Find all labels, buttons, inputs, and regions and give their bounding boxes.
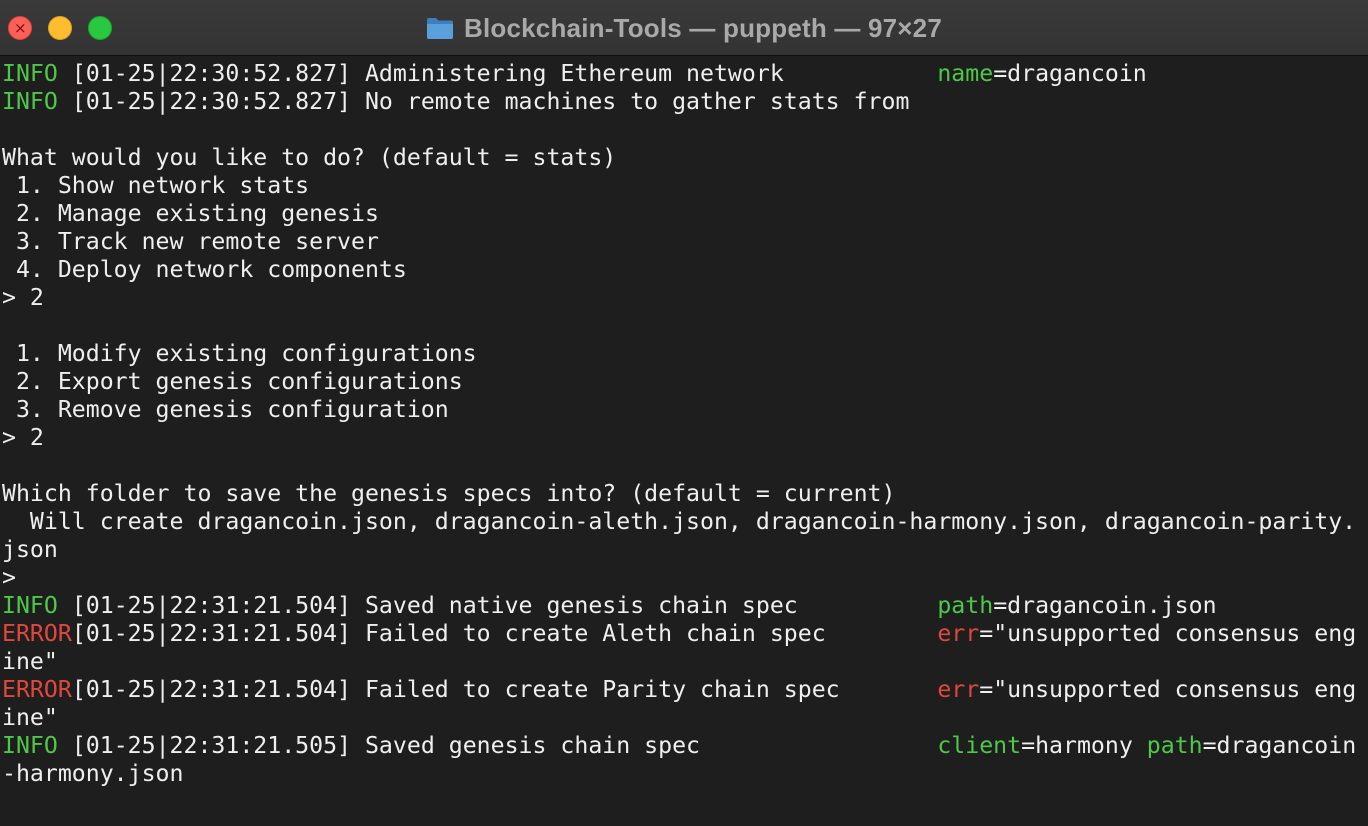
terminal-line: 4. Deploy network components — [2, 256, 1364, 284]
terminal-line: INFO [01-25|22:31:21.505] Saved genesis … — [2, 732, 1364, 760]
terminal-text: 2. Manage existing genesis — [2, 200, 379, 227]
title-bar[interactable]: × Blockchain-Tools — puppeth — 97×27 — [0, 0, 1368, 56]
log-level: ERROR — [2, 620, 72, 647]
terminal-line: 1. Show network stats — [2, 172, 1364, 200]
terminal-text: 2. Export genesis configurations — [2, 368, 463, 395]
terminal-text: What would you like to do? (default = st… — [2, 144, 617, 171]
terminal-window: × Blockchain-Tools — puppeth — 97×27 INF… — [0, 0, 1368, 826]
log-message: [01-25|22:31:21.504] Saved native genesi… — [71, 592, 938, 619]
terminal-line: INFO [01-25|22:31:21.504] Saved native g… — [2, 592, 1364, 620]
log-message: [01-25|22:30:52.827] No remote machines … — [71, 88, 910, 115]
terminal-line: > 2 — [2, 284, 1364, 312]
log-field-value: =dragancoin — [1202, 732, 1357, 759]
log-level: ERROR — [2, 676, 72, 703]
terminal-line: INFO [01-25|22:30:52.827] No remote mach… — [2, 88, 1364, 116]
log-field-key: err — [937, 676, 980, 703]
terminal-line: ine" — [2, 704, 1364, 732]
terminal-line: Will create dragancoin.json, dragancoin-… — [2, 508, 1364, 536]
terminal-output[interactable]: INFO [01-25|22:30:52.827] Administering … — [2, 60, 1364, 788]
log-field-value: =harmony — [1021, 732, 1147, 759]
log-message: [01-25|22:31:21.504] Failed to create Al… — [71, 620, 938, 647]
log-field-value: ="unsupported consensus eng — [979, 676, 1357, 703]
terminal-text: > 2 — [2, 424, 44, 451]
log-level: INFO — [2, 732, 72, 759]
terminal-line: 2. Manage existing genesis — [2, 200, 1364, 228]
terminal-text: > 2 — [2, 284, 44, 311]
log-message: [01-25|22:31:21.504] Failed to create Pa… — [71, 676, 938, 703]
log-level: INFO — [2, 592, 72, 619]
log-level: INFO — [2, 60, 72, 87]
terminal-text: 1. Show network stats — [2, 172, 310, 199]
terminal-text: -harmony.json — [2, 760, 184, 787]
terminal-text: 1. Modify existing configurations — [2, 340, 477, 367]
terminal-text: ine" — [2, 704, 58, 731]
terminal-line: 3. Remove genesis configuration — [2, 396, 1364, 424]
terminal-line: > 2 — [2, 424, 1364, 452]
terminal-text: json — [2, 536, 58, 563]
log-field-key: path — [937, 592, 994, 619]
terminal-text: 4. Deploy network components — [2, 256, 407, 283]
terminal-text: ine" — [2, 648, 58, 675]
log-message: [01-25|22:30:52.827] Administering Ether… — [71, 60, 938, 87]
log-message: [01-25|22:31:21.505] Saved genesis chain… — [71, 732, 938, 759]
terminal-line: 3. Track new remote server — [2, 228, 1364, 256]
terminal-line: Which folder to save the genesis specs i… — [2, 480, 1364, 508]
terminal-line: -harmony.json — [2, 760, 1364, 788]
terminal-line: ERROR[01-25|22:31:21.504] Failed to crea… — [2, 676, 1364, 704]
terminal-text: Which folder to save the genesis specs i… — [2, 480, 896, 507]
folder-icon — [426, 16, 454, 40]
terminal-text: > — [2, 564, 16, 591]
terminal-text: 3. Remove genesis configuration — [2, 396, 449, 423]
window-title: Blockchain-Tools — puppeth — 97×27 — [463, 12, 942, 43]
log-field-key: err — [937, 620, 980, 647]
log-field-value: ="unsupported consensus eng — [979, 620, 1357, 647]
terminal-line: ine" — [2, 648, 1364, 676]
log-field-value: =dragancoin — [993, 60, 1147, 87]
log-field-key: path — [1146, 732, 1203, 759]
window-title-area: Blockchain-Tools — puppeth — 97×27 — [0, 0, 1368, 56]
log-field-value: =dragancoin.json — [993, 592, 1217, 619]
terminal-text: 3. Track new remote server — [2, 228, 379, 255]
terminal-line: 1. Modify existing configurations — [2, 340, 1364, 368]
log-field-key: name — [937, 60, 994, 87]
terminal-line: 2. Export genesis configurations — [2, 368, 1364, 396]
terminal-line: > — [2, 564, 1364, 592]
log-field-key: client — [937, 732, 1022, 759]
log-level: INFO — [2, 88, 72, 115]
terminal-line: What would you like to do? (default = st… — [2, 144, 1364, 172]
terminal-line: ERROR[01-25|22:31:21.504] Failed to crea… — [2, 620, 1364, 648]
terminal-line: json — [2, 536, 1364, 564]
terminal-line: INFO [01-25|22:30:52.827] Administering … — [2, 60, 1364, 88]
terminal-text: Will create dragancoin.json, dragancoin-… — [2, 508, 1357, 535]
